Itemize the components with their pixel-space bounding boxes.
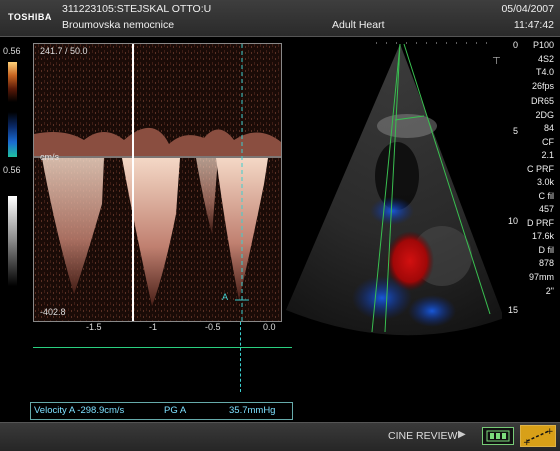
param-tissue: T4.0 — [535, 67, 554, 77]
depth-label: 15 — [508, 305, 519, 315]
svg-text:+: + — [523, 438, 531, 446]
depth-label: 5 — [513, 126, 519, 136]
play-icon[interactable]: ▶ — [458, 429, 466, 440]
depth-label: 0 — [513, 40, 519, 50]
color-flow-blue — [408, 295, 456, 327]
param-power: P100 — [532, 40, 554, 50]
grayscale-bar — [8, 196, 17, 286]
param-c-fil-label: C fil — [538, 191, 555, 201]
time-tick: -1.5 — [86, 322, 102, 332]
cine-review-button[interactable] — [482, 427, 514, 445]
pressure-gradient-label: PG A — [164, 405, 187, 416]
doppler-spectrum[interactable] — [33, 43, 282, 322]
cine-review-label: CINE REVIEW — [388, 430, 458, 442]
param-d-prf: 17.6k — [531, 231, 554, 241]
spectrum-scale-readout: 241.7 / 50.0 — [40, 46, 88, 56]
param-dynamic-range: DR65 — [530, 96, 554, 106]
exam-preset: Adult Heart — [332, 19, 385, 31]
param-2d-gain-label: 2DG — [535, 110, 554, 120]
exam-time: 11:47:42 — [513, 19, 554, 31]
measurement-marker-a: A — [222, 292, 229, 302]
param-framerate: 26fps — [531, 81, 554, 91]
exam-date: 05/04/2007 — [501, 3, 554, 15]
color-scale-top-value: 0.56 — [3, 46, 21, 56]
color-velocity-scale-negative — [8, 112, 17, 157]
orientation-mark-icon: ⊤ — [492, 56, 501, 67]
cursor-extension — [240, 322, 241, 392]
param-c-fil: 457 — [538, 204, 554, 214]
param-focus: 2" — [545, 286, 554, 296]
spectrum-bottom-value: -402.8 — [40, 307, 66, 317]
doppler-spectrum-graphic — [34, 44, 281, 321]
time-tick: -0.5 — [205, 322, 221, 332]
param-probe: 4S2 — [537, 54, 554, 64]
param-c-prf: 3.0k — [536, 177, 554, 187]
param-depth: 97mm — [528, 272, 554, 282]
patient-id: 311223105:STEJSKAL OTTO:U — [62, 3, 212, 15]
pressure-gradient-value: 35.7mmHg — [229, 405, 276, 416]
param-d-prf-label: D PRF — [527, 218, 554, 228]
tissue-echo — [377, 114, 437, 138]
param-cf-label: CF — [542, 137, 554, 147]
param-c-prf-label: C PRF — [527, 164, 554, 174]
depth-label: 10 — [508, 216, 519, 226]
color-flow-blue — [352, 276, 412, 320]
hospital-name: Broumovska nemocnice — [62, 19, 175, 31]
ecg-trace — [33, 347, 292, 348]
svg-text:+: + — [546, 427, 554, 437]
caliper-button[interactable]: + + — [520, 425, 556, 448]
velocity-result: Velocity A -298.9cm/s — [34, 405, 125, 416]
time-tick: -1 — [149, 322, 158, 332]
brand-logo: TOSHIBA — [8, 12, 52, 22]
footer-bar — [0, 422, 560, 451]
echo-sector-image[interactable]: ⊤ — [282, 36, 502, 396]
gray-scale-top-value: 0.56 — [3, 165, 21, 175]
caliper-icon: + + — [523, 427, 554, 448]
velocity-unit-label: cm/s — [40, 152, 59, 162]
param-d-fil-label: D fil — [538, 245, 555, 255]
time-tick: 0.0 — [263, 322, 276, 332]
param-d-fil: 878 — [538, 258, 554, 268]
param-cf: 2.1 — [541, 150, 554, 160]
color-velocity-scale-positive — [8, 62, 17, 102]
param-2d-gain: 84 — [543, 123, 554, 133]
film-strip-icon — [486, 430, 510, 442]
